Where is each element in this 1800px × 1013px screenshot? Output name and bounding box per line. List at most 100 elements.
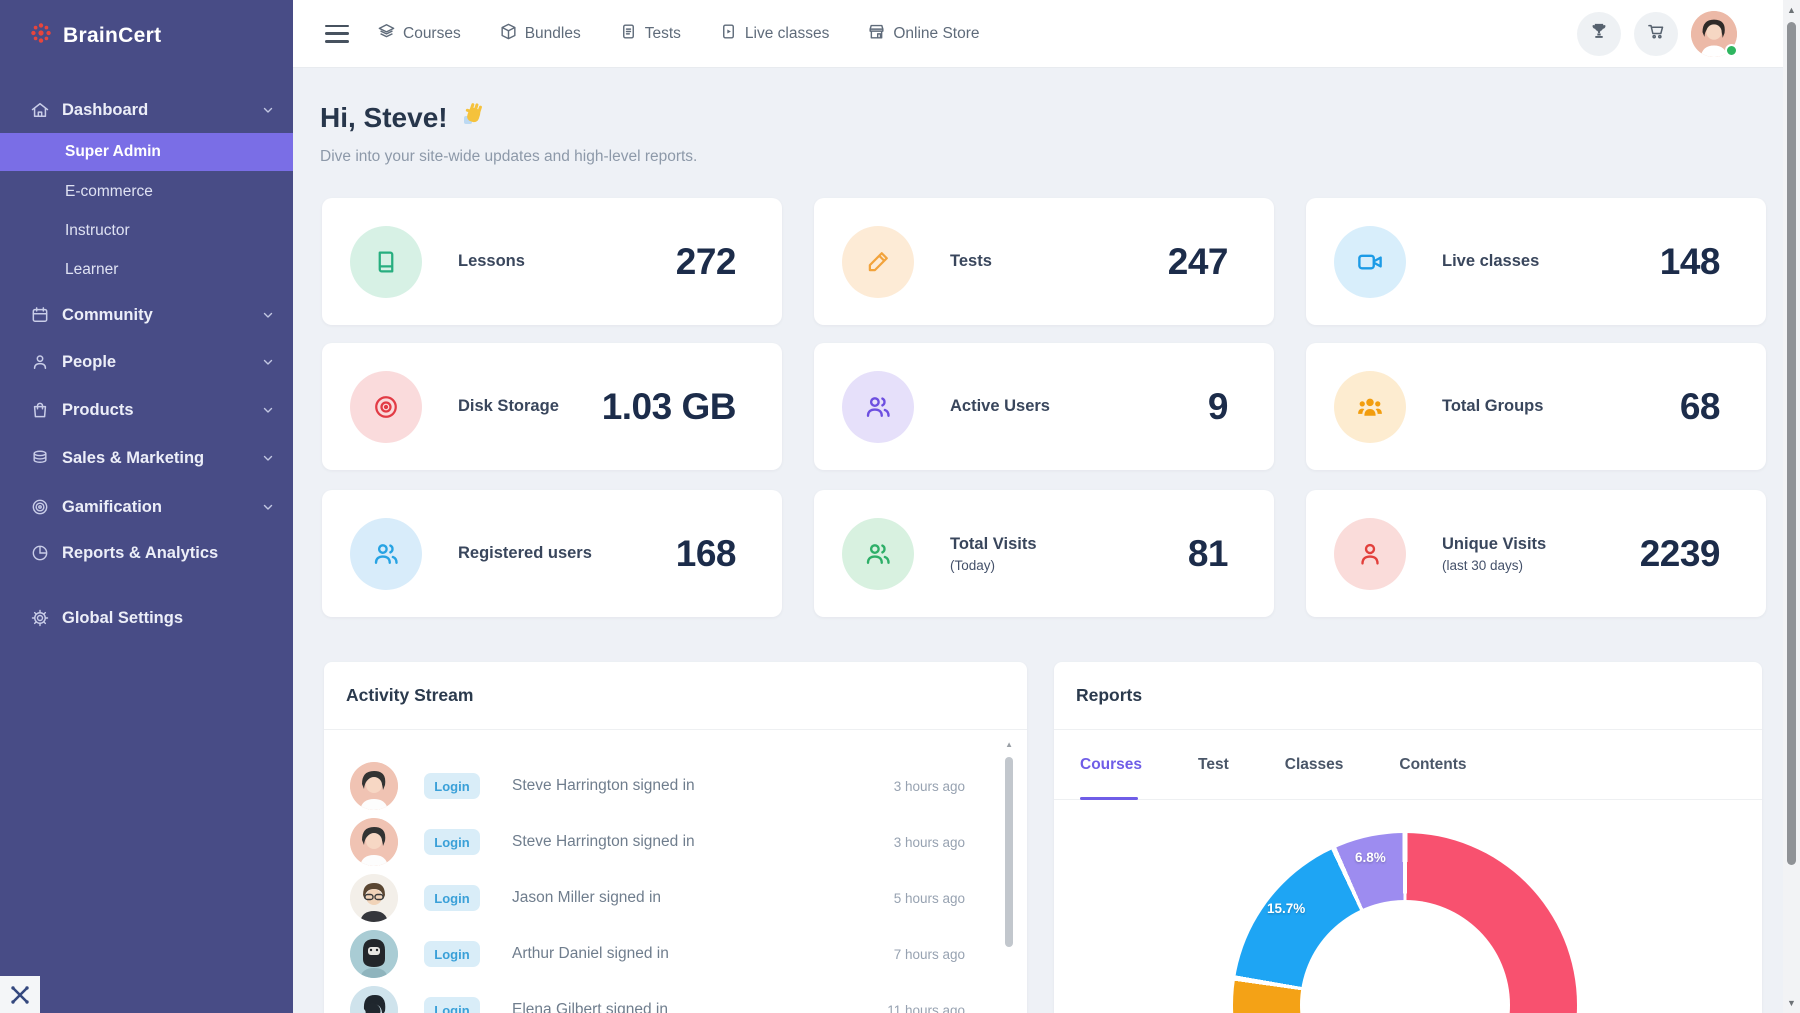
trophy-button[interactable] [1577,11,1621,56]
document-icon [619,22,638,46]
activity-text: Elena Gilbert signed in [512,1001,668,1013]
login-badge[interactable]: Login [424,829,480,855]
list-scrollbar-thumb[interactable] [1005,757,1013,947]
home-icon [30,100,50,120]
stat-label: Disk Storage [458,397,559,415]
brand[interactable]: BrainCert [28,20,161,51]
sidebar-item-dashboard[interactable]: Dashboard [0,92,293,128]
sidebar-item-learner[interactable]: Learner [0,251,293,289]
list-scroll-up-arrow[interactable]: ▲ [1005,740,1013,749]
list-item: Login Elena Gilbert signed in 11 hours a… [324,982,1027,1013]
topnav: Courses Bundles Tests Live classes Onlin… [377,22,980,46]
avatar [350,930,398,978]
activity-text: Steve Harrington signed in [512,833,695,850]
stat-card-disk-storage: Disk Storage 1.03 GB [322,343,782,470]
login-badge[interactable]: Login [424,885,480,911]
sidebar-item-label: People [62,352,117,371]
storefront-icon [867,22,886,46]
joomla-icon[interactable] [0,976,40,1013]
stat-card-total-visits: Total Visits (Today) 81 [814,490,1274,617]
cart-button[interactable] [1634,11,1678,56]
greeting-text: Hi, Steve! [320,101,448,133]
stat-card-unique-visits: Unique Visits (last 30 days) 2239 [1306,490,1766,617]
reports-tabs: Courses Test Classes Contents [1054,730,1762,800]
main-content: Hi, Steve! Dive into your site-wide upda… [293,68,1783,1013]
group-icon [1334,370,1406,443]
avatar [350,818,398,866]
coins-icon [30,448,50,468]
stat-value: 148 [1659,240,1721,282]
nav-item-live-classes[interactable]: Live classes [719,22,829,46]
page-scrollbar[interactable]: ▲ ▼ [1783,0,1800,1013]
stat-value: 2239 [1639,532,1721,574]
chevron-down-icon [261,103,275,117]
sidebar-item-super-admin[interactable]: Super Admin [0,133,293,171]
scroll-down-arrow[interactable]: ▼ [1783,995,1800,1011]
activity-text: Steve Harrington signed in [512,777,695,794]
sidebar-item-community[interactable]: Community [0,297,293,333]
stat-value: 247 [1167,240,1229,282]
online-status-dot [1725,43,1738,57]
stat-value: 168 [675,532,737,574]
tab-classes[interactable]: Classes [1285,756,1344,774]
nav-label: Live classes [744,24,830,42]
nav-item-tests[interactable]: Tests [619,22,681,46]
stat-card-lessons: Lessons 272 [322,198,782,325]
stat-label: Active Users [950,397,1050,415]
courses-donut-chart: 6.8% 15.7% Total 458 [1233,833,1577,1013]
nav-item-bundles[interactable]: Bundles [499,22,581,46]
login-badge[interactable]: Login [424,773,480,799]
layers-icon [377,22,396,46]
stat-value: 9 [1207,385,1229,427]
sidebar-item-sales-marketing[interactable]: Sales & Marketing [0,440,293,476]
donut-center-text: Total 458 [1300,900,1510,1013]
chevron-down-icon [261,308,275,322]
login-badge[interactable]: Login [424,941,480,967]
scrollbar-thumb[interactable] [1787,22,1796,865]
calendar-icon [30,305,50,325]
sidebar-item-products[interactable]: Products [0,392,293,428]
sidebar-item-global-settings[interactable]: Global Settings [0,600,293,636]
sidebar-item-instructor[interactable]: Instructor [0,212,293,250]
users-icon [350,517,422,590]
hamburger-menu-icon[interactable] [325,24,349,43]
stat-card-active-users: Active Users 9 [814,343,1274,470]
stat-value: 68 [1679,385,1721,427]
nav-item-courses[interactable]: Courses [377,22,461,46]
users-icon [842,517,914,590]
person-icon [30,352,50,372]
sidebar-item-e-commerce[interactable]: E-commerce [0,173,293,211]
stat-label: Lessons [458,252,525,270]
stat-label: Total Groups [1442,397,1544,415]
scroll-up-arrow[interactable]: ▲ [1783,2,1800,18]
sidebar-item-people[interactable]: People [0,344,293,380]
stat-value: 81 [1187,532,1229,574]
profile-avatar[interactable] [1691,10,1738,57]
tab-courses[interactable]: Courses [1080,756,1142,774]
video-camera-icon [1334,225,1406,298]
activity-time: 3 hours ago [893,834,965,850]
topbar: Courses Bundles Tests Live classes Onlin… [293,0,1783,68]
tab-contents[interactable]: Contents [1399,756,1466,774]
stat-card-live-classes: Live classes 148 [1306,198,1766,325]
stat-label: Live classes [1442,252,1540,270]
nav-label: Online Store [893,24,980,42]
active-tab-underline [1080,797,1138,800]
page-title: Hi, Steve! [320,100,488,135]
sidebar-item-label: Products [62,400,134,419]
chevron-down-icon [261,355,275,369]
sidebar-item-reports-analytics[interactable]: Reports & Analytics [0,535,293,571]
list-item: Login Steve Harrington signed in 3 hours… [324,814,1027,870]
stat-card-registered-users: Registered users 168 [322,490,782,617]
document-play-icon [719,22,738,46]
nav-item-online-store[interactable]: Online Store [867,22,980,46]
sidebar-item-label: Dashboard [62,100,149,119]
stat-sublabel: (Today) [950,557,996,573]
tab-test[interactable]: Test [1198,756,1229,774]
login-badge[interactable]: Login [424,997,480,1013]
sidebar: BrainCert Dashboard Super Admin E-commer… [0,0,293,1013]
sidebar-item-label: Sales & Marketing [62,448,205,467]
sidebar-item-gamification[interactable]: Gamification [0,489,293,525]
stat-value: 1.03 GB [601,385,737,427]
page-subtitle: Dive into your site-wide updates and hig… [320,148,698,165]
